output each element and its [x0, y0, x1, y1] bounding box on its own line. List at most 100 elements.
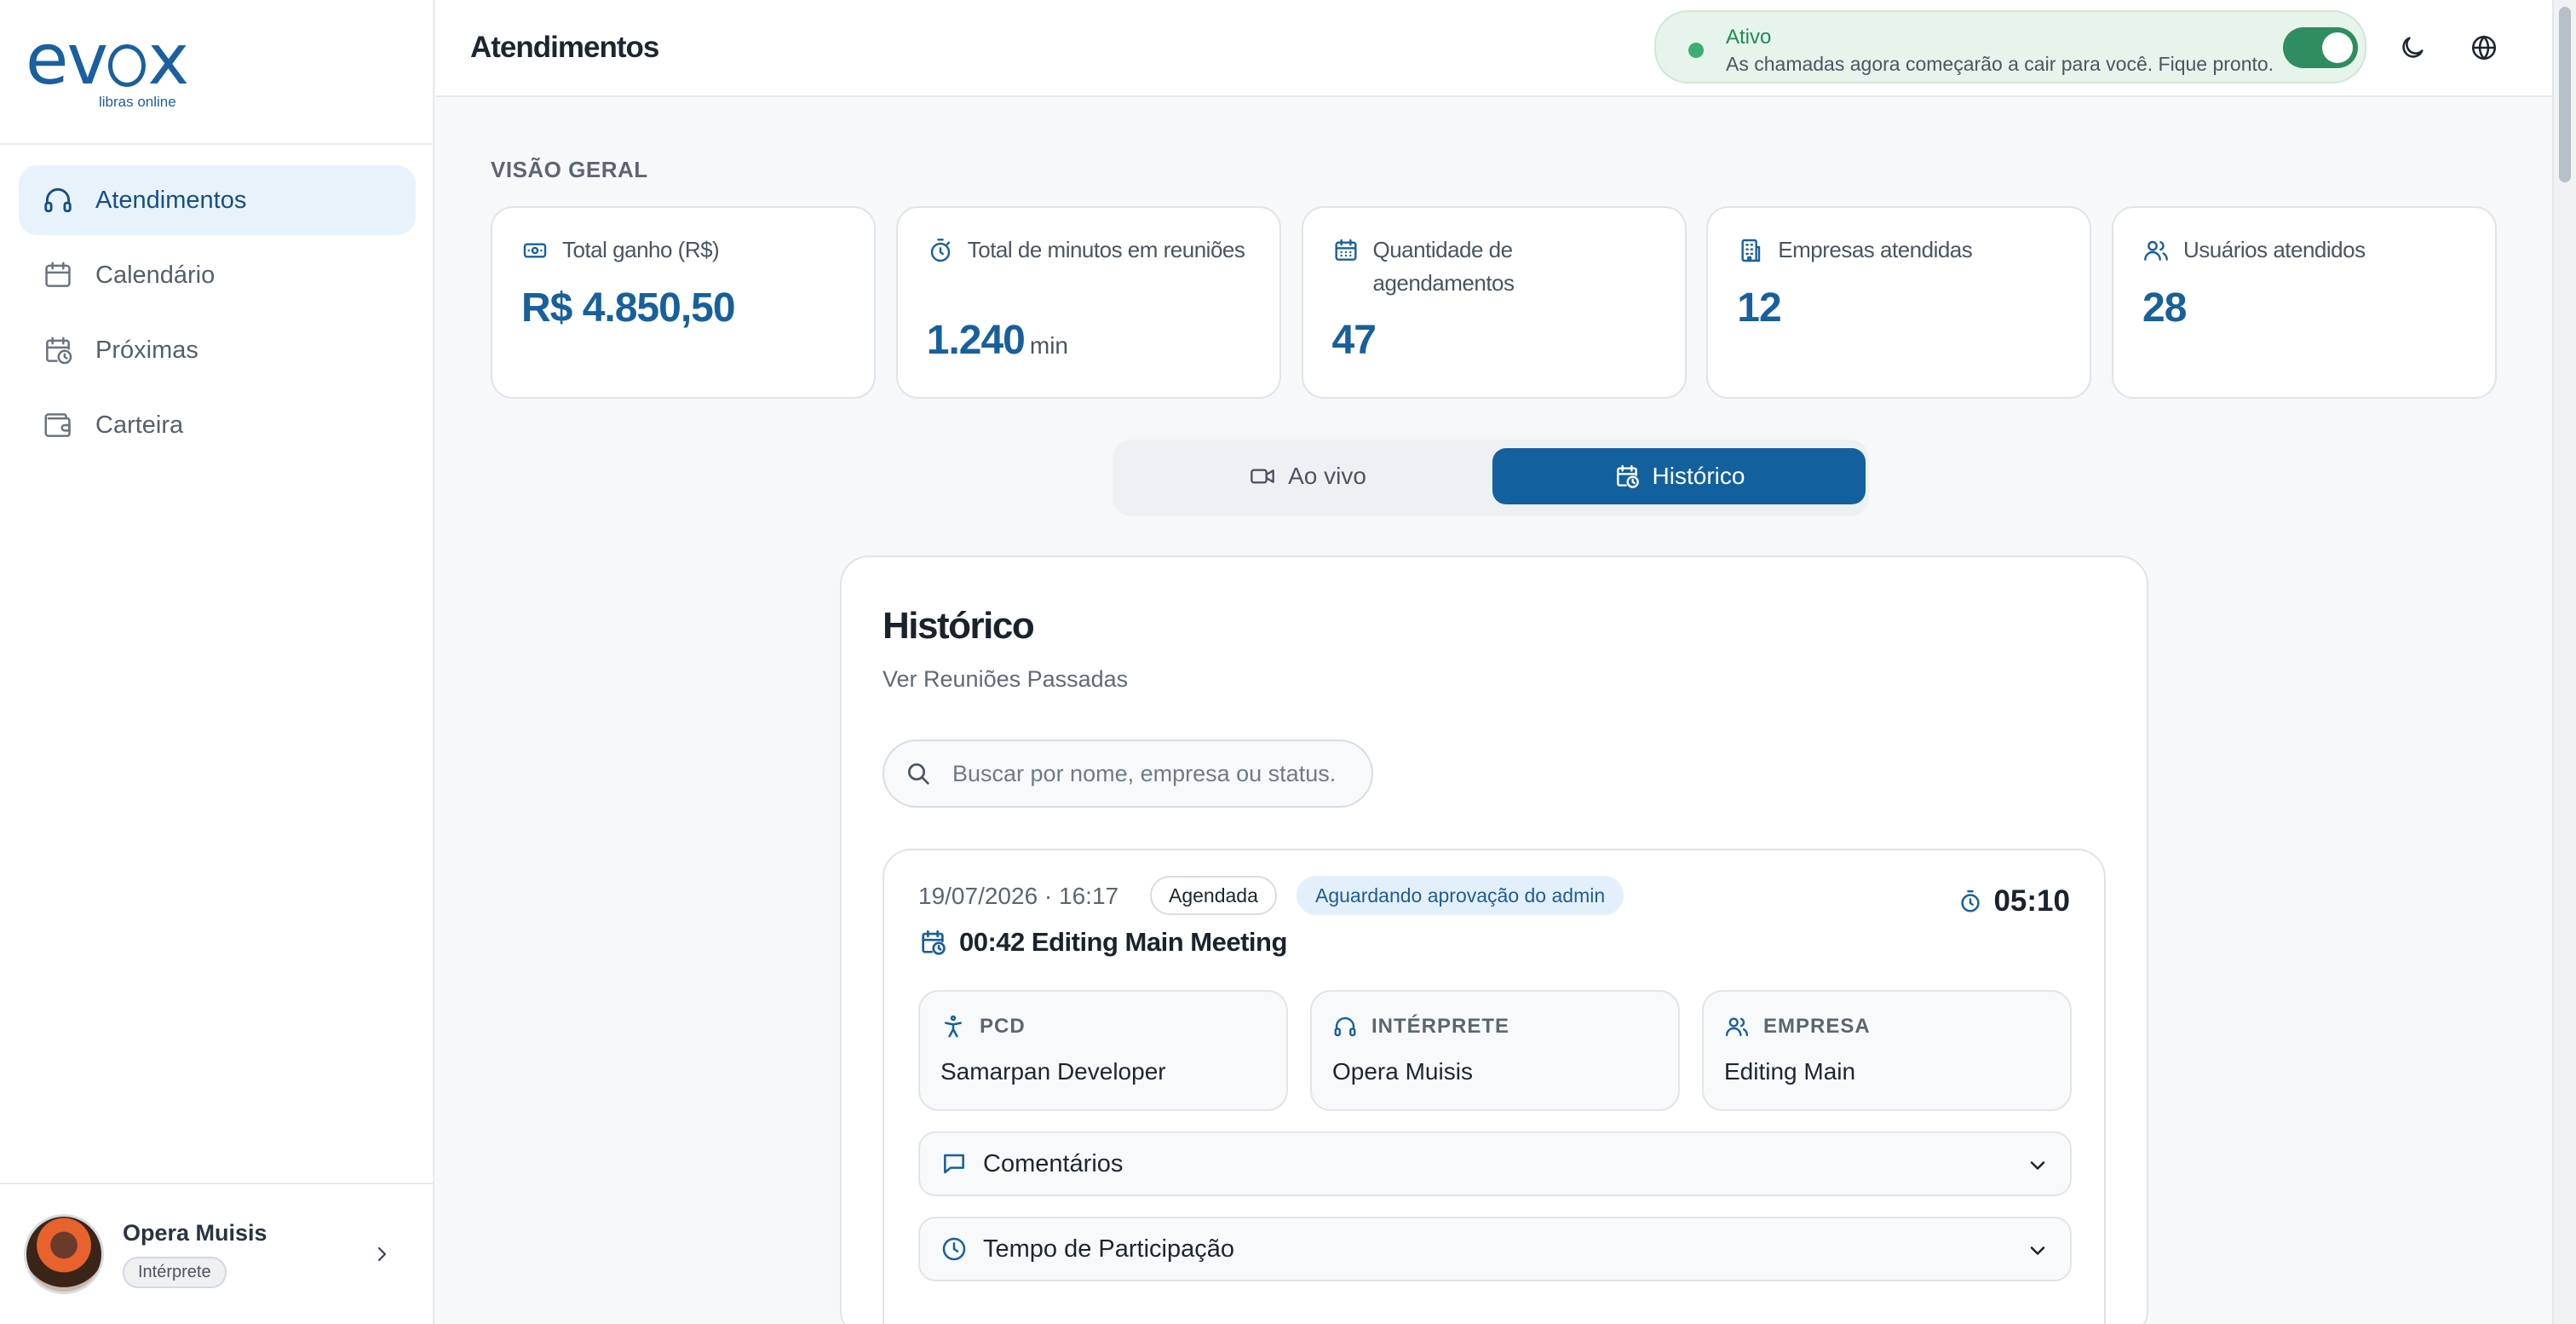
participant-role: PCD	[980, 1015, 1026, 1038]
sidebar: ev x libras online Atendimentos Calendár…	[0, 0, 434, 1324]
stat-value-number: 12	[1737, 285, 1781, 331]
meeting-title-text: 00:42 Editing Main Meeting	[959, 927, 1287, 957]
status-badge: Agendada	[1150, 876, 1277, 915]
stats-row: Total ganho (R$) R$ 4.850,50 Total de mi…	[491, 206, 2497, 399]
headset-icon	[41, 183, 75, 217]
status-dot	[1688, 43, 1704, 58]
page-scrollbar[interactable]	[2552, 0, 2576, 1324]
sidebar-item-label: Atendimentos	[95, 186, 247, 214]
stat-label: Total ganho (R$)	[562, 237, 720, 262]
stat-card-users: Usuários atendidos 28	[2112, 206, 2497, 399]
building-icon	[1737, 237, 1764, 264]
participants: PCD Samarpan Developer INTÉRPRETE Opera …	[918, 990, 2072, 1111]
stat-label: Usuários atendidos	[2183, 237, 2366, 262]
stat-unit: min	[1029, 332, 1068, 359]
stat-value: 12	[1737, 285, 1781, 331]
tab-label: Ao vivo	[1288, 463, 1366, 489]
sidebar-item-atendimentos[interactable]: Atendimentos	[19, 165, 416, 235]
search-icon	[908, 763, 929, 785]
avatar	[24, 1214, 104, 1294]
divider	[0, 143, 434, 145]
calendar-clock-icon	[41, 333, 75, 367]
history-panel: Histórico Ver Reuniões Passadas 19/07/20…	[840, 556, 2148, 1324]
logo-subtitle: libras online	[99, 94, 176, 110]
calendar-icon	[41, 258, 75, 292]
accordion-label: Tempo de Participação	[983, 1235, 1234, 1263]
sidebar-item-label: Calendário	[95, 261, 216, 289]
stat-label: Total de minutos em reuniões	[967, 237, 1245, 262]
clock-icon	[942, 1237, 966, 1261]
globe-icon[interactable]	[2465, 29, 2503, 66]
stat-card-appointments: Quantidade de agendamentos 47	[1301, 206, 1687, 399]
meeting-date: 19/07/2026 · 16:17	[918, 883, 1119, 909]
user-profile[interactable]: Opera Muisis Intérprete	[24, 1212, 416, 1297]
divider	[0, 1183, 434, 1184]
user-role-badge: Intérprete	[123, 1257, 227, 1288]
chat-bubble-icon	[944, 1154, 964, 1174]
users-icon	[1725, 1017, 1749, 1037]
top-header: Atendimentos Ativo As chamadas agora com…	[436, 0, 2552, 97]
chevron-right-icon[interactable]	[371, 1244, 392, 1264]
participant-name: Opera Muisis	[1332, 1058, 1473, 1085]
users-icon	[2142, 237, 2170, 264]
stat-value-number: 47	[1331, 318, 1377, 363]
meeting-card[interactable]: 19/07/2026 · 16:17 Agendada Aguardando a…	[883, 849, 2106, 1324]
chevron-down-icon	[2030, 1246, 2045, 1255]
status-title: Ativo	[1726, 26, 1772, 49]
status-description: As chamadas agora começarão a cair para …	[1726, 53, 2274, 75]
availability-toggle[interactable]	[2283, 27, 2358, 68]
accordion-label: Comentários	[983, 1149, 1124, 1177]
participant-role: EMPRESA	[1763, 1015, 1871, 1038]
participant-interprete: INTÉRPRETE Opera Muisis	[1310, 990, 1680, 1111]
sidebar-item-calendario[interactable]: Calendário	[19, 240, 416, 310]
participation-time-accordion[interactable]: Tempo de Participação	[918, 1217, 2072, 1281]
user-name: Opera Muisis	[123, 1220, 267, 1246]
stopwatch-icon	[1961, 889, 1981, 912]
panel-subtitle: Ver Reuniões Passadas	[883, 666, 1129, 692]
stat-value-number: R$ 4.850,50	[521, 285, 736, 331]
participant-name: Samarpan Developer	[940, 1058, 1166, 1085]
section-label: VISÃO GERAL	[491, 157, 648, 182]
stat-card-total-minutes: Total de minutos em reuniões 1.240 min	[895, 206, 1281, 399]
dark-mode-icon[interactable]	[2394, 29, 2431, 66]
participant-empresa: EMPRESA Editing Main	[1702, 990, 2072, 1111]
sidebar-item-label: Próximas	[95, 336, 198, 364]
stat-value: R$ 4.850,50	[521, 285, 736, 331]
stat-label: Quantidade de agendamentos	[1372, 237, 1515, 296]
view-tabs: Ao vivo Histórico	[1113, 440, 1869, 516]
calendar-icon	[1332, 237, 1360, 264]
logo-hand-icon	[107, 44, 147, 87]
accessibility-icon	[945, 1015, 962, 1038]
calendar-clock-icon	[922, 930, 946, 955]
sidebar-item-proximas[interactable]: Próximas	[19, 315, 416, 385]
logo-text-right: x	[147, 20, 189, 101]
panel-title: Histórico	[883, 605, 1035, 647]
participant-role: INTÉRPRETE	[1371, 1015, 1510, 1038]
stat-value-number: 1.240	[926, 318, 1026, 363]
stat-value: 28	[2142, 285, 2187, 331]
approval-badge: Aguardando aprovação do admin	[1297, 876, 1624, 915]
participant-name: Editing Main	[1724, 1058, 1856, 1085]
money-icon	[521, 237, 549, 264]
comments-accordion[interactable]: Comentários	[918, 1131, 2072, 1196]
chevron-down-icon	[2030, 1161, 2045, 1170]
stat-card-total-earned: Total ganho (R$) R$ 4.850,50	[491, 206, 876, 399]
tab-ao-vivo[interactable]: Ao vivo	[1121, 448, 1494, 504]
meeting-duration: 05:10	[1958, 884, 2070, 918]
logo-text-left: ev	[26, 20, 108, 101]
stat-value: 1.240 min	[927, 317, 1068, 364]
page-title: Atendimentos	[470, 31, 659, 64]
logo[interactable]: ev x libras online	[26, 20, 189, 119]
meeting-title: 00:42 Editing Main Meeting	[918, 927, 1287, 958]
stat-value-number: 28	[2142, 285, 2187, 331]
scrollbar-thumb[interactable]	[2559, 7, 2571, 182]
headset-icon	[1334, 1016, 1356, 1037]
availability-status: Ativo As chamadas agora começarão a cair…	[1654, 10, 2366, 83]
search-input[interactable]	[952, 760, 1344, 787]
duration-value: 05:10	[1993, 884, 2070, 918]
tab-historico[interactable]: Histórico	[1492, 448, 1866, 504]
sidebar-item-carteira[interactable]: Carteira	[19, 390, 416, 460]
calendar-clock-icon	[1616, 464, 1639, 488]
sidebar-nav: Atendimentos Calendário Próximas Carteir…	[19, 165, 416, 465]
tab-label: Histórico	[1652, 463, 1745, 489]
